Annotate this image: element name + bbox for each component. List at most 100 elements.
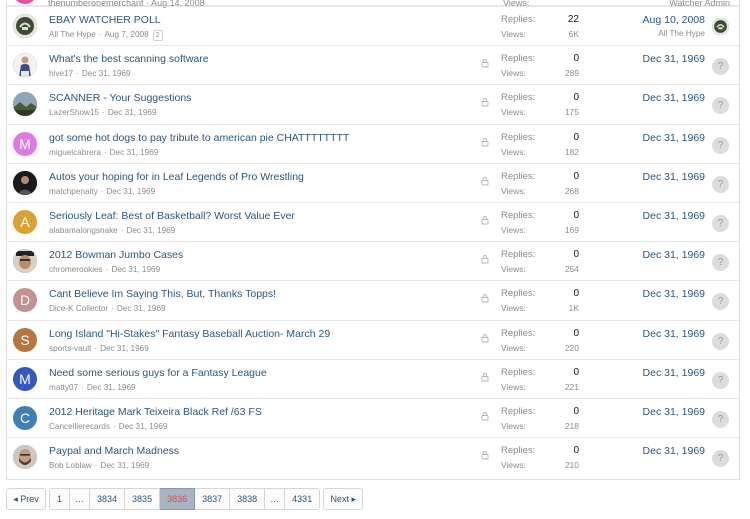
thread-author[interactable]: LazerShow15: [49, 108, 99, 117]
thread-row[interactable]: A Seriously Leaf: Best of Basketball? Wor…: [7, 202, 739, 241]
avatar[interactable]: [13, 14, 37, 38]
last-post-date[interactable]: Dec 31, 1969: [643, 328, 705, 340]
thread-author[interactable]: matty07: [49, 383, 78, 392]
unknown-avatar-icon[interactable]: ?: [712, 293, 729, 311]
unknown-avatar-icon[interactable]: ?: [712, 97, 729, 115]
avatar[interactable]: [13, 53, 37, 78]
unknown-avatar-icon[interactable]: ?: [712, 371, 729, 389]
thread-start-date[interactable]: Dec 31, 1969: [117, 304, 166, 313]
last-post-date[interactable]: Dec 31, 1969: [643, 288, 705, 300]
unknown-avatar-icon[interactable]: ?: [712, 332, 729, 350]
thread-title-link[interactable]: EBAY WATCHER POLL: [49, 14, 161, 26]
last-post-date[interactable]: Dec 31, 1969: [643, 406, 705, 418]
thread-start-date[interactable]: Aug 7, 2008: [104, 30, 148, 39]
avatar[interactable]: C: [13, 406, 37, 430]
last-post-date[interactable]: Aug 10, 2008: [643, 14, 705, 26]
thread-start-date[interactable]: Dec 31, 1969: [106, 187, 155, 196]
thread-title-link[interactable]: Cant Believe Im Saying This, But, Thanks…: [49, 288, 276, 300]
page-jump-badge[interactable]: 2: [152, 30, 163, 41]
thread-start-date[interactable]: Dec 31, 1969: [126, 226, 175, 235]
avatar[interactable]: [13, 0, 37, 4]
thread-row[interactable]: D Cant Believe Im Saying This, But, Thank…: [7, 280, 739, 319]
avatar[interactable]: [13, 170, 37, 195]
avatar[interactable]: A: [13, 210, 37, 234]
thread-author[interactable]: matchpenalty: [49, 187, 98, 196]
thread-row[interactable]: C 2012 Heritage Mark Teixeira Black Ref /…: [7, 398, 739, 437]
thread-author[interactable]: alabamalongsnake: [49, 226, 118, 235]
thread-row[interactable]: EBAY WATCHER POLL All The Hype · Aug 7, 200…: [7, 6, 739, 45]
thread-row[interactable]: 2012 Bowman Jumbo Cases chromerookies · Dec…: [7, 241, 739, 280]
unknown-avatar-icon[interactable]: ?: [712, 411, 729, 428]
thread-author[interactable]: sports-vault: [49, 344, 91, 353]
unknown-avatar-icon[interactable]: ?: [712, 254, 729, 272]
last-post-user[interactable]: All The Hype: [658, 29, 705, 38]
last-post-date[interactable]: Dec 31, 1969: [643, 53, 705, 65]
thread-author[interactable]: Dice-K Collector: [49, 304, 108, 313]
page-link-4331[interactable]: 4331: [285, 488, 321, 510]
last-post-date[interactable]: Dec 31, 1969: [643, 367, 705, 379]
next-page-button[interactable]: Next ▸: [323, 488, 364, 510]
thread-row[interactable]: M Need some serious guys for a Fantasy Le…: [7, 358, 739, 398]
separator-dot: ·: [76, 69, 79, 79]
thread-start-date[interactable]: Dec 31, 1969: [100, 344, 149, 353]
views-label: Views:: [501, 225, 526, 235]
avatar[interactable]: [13, 249, 37, 274]
thread-title-link[interactable]: Need some serious guys for a Fantasy Lea…: [49, 367, 267, 379]
thread-row[interactable]: SCANNER - Your Suggestions LazerShow15 · De…: [7, 84, 739, 123]
thread-title-link[interactable]: 2012 Bowman Jumbo Cases: [49, 249, 183, 261]
last-post-date[interactable]: Dec 31, 1969: [643, 92, 705, 104]
prev-page-button[interactable]: ◂ Prev: [6, 488, 46, 510]
thread-start-date[interactable]: Dec 31, 1969: [82, 69, 131, 78]
thread-author[interactable]: hive17: [49, 69, 73, 78]
thread-title-link[interactable]: Paypal and March Madness: [49, 445, 179, 457]
thread-start-date[interactable]: Dec 31, 1969: [119, 422, 168, 431]
thread-start-date[interactable]: Dec 31, 1969: [110, 148, 159, 157]
avatar[interactable]: M: [13, 366, 37, 391]
page-link-3835[interactable]: 3835: [125, 488, 161, 510]
thread-author[interactable]: miguelcabrera: [49, 148, 101, 157]
thread-start-date[interactable]: Dec 31, 1969: [111, 265, 160, 274]
lock-icon: [480, 370, 490, 382]
views-count: 218: [564, 421, 579, 431]
unknown-avatar-icon[interactable]: ?: [712, 58, 729, 76]
last-post-date[interactable]: Dec 31, 1969: [643, 249, 705, 261]
avatar[interactable]: [13, 445, 37, 470]
thread-author[interactable]: All The Hype: [49, 30, 96, 39]
avatar[interactable]: [13, 92, 37, 117]
thread-row[interactable]: Paypal and March Madness Bob Loblaw · Dec 3…: [7, 437, 739, 476]
thread-row[interactable]: Mgot some hot dogs to pay tribute to ame…: [7, 123, 739, 163]
thread-title-link[interactable]: Autos your hoping for in Leaf Legends of…: [49, 171, 304, 183]
page-link-1[interactable]: 1: [49, 488, 71, 510]
current-page[interactable]: 3836: [160, 488, 196, 510]
thread-title-link[interactable]: Long Island "Hi-Stakes" Fantasy Baseball…: [49, 328, 330, 340]
last-poster-avatar[interactable]: [712, 18, 729, 35]
thread-title-link[interactable]: Seriously Leaf: Best of Basketball? Wors…: [49, 210, 295, 222]
last-post-date[interactable]: Dec 31, 1969: [643, 210, 705, 222]
unknown-avatar-icon[interactable]: ?: [712, 175, 729, 193]
thread-title-link[interactable]: SCANNER - Your Suggestions: [49, 92, 191, 104]
thread-start-date[interactable]: Dec 31, 1969: [108, 108, 157, 117]
avatar[interactable]: S: [13, 327, 37, 352]
thread-title-link[interactable]: What's the best scanning software: [49, 53, 209, 65]
last-post-date[interactable]: Dec 31, 1969: [643, 171, 705, 183]
thread-title-link[interactable]: got some hot dogs to pay tribute to amer…: [49, 132, 349, 144]
unknown-avatar-icon[interactable]: ?: [712, 136, 729, 154]
page-link-3837[interactable]: 3837: [195, 488, 231, 510]
thread-author[interactable]: chromerookies: [49, 265, 103, 274]
page-link-3838[interactable]: 3838: [230, 488, 266, 510]
avatar[interactable]: D: [13, 288, 37, 313]
thread-start-date[interactable]: Dec 31, 1969: [87, 383, 136, 392]
last-post-date[interactable]: Dec 31, 1969: [643, 132, 705, 144]
thread-row[interactable]: What's the best scanning software hive17 ·…: [7, 45, 739, 84]
thread-start-date[interactable]: Dec 31, 1969: [101, 461, 150, 470]
avatar[interactable]: M: [13, 131, 37, 156]
thread-row[interactable]: Autos your hoping for in Leaf Legends of…: [7, 162, 739, 202]
thread-title-link[interactable]: 2012 Heritage Mark Teixeira Black Ref /6…: [49, 406, 262, 418]
unknown-avatar-icon[interactable]: ?: [712, 215, 729, 232]
last-post-date[interactable]: Dec 31, 1969: [643, 445, 705, 457]
thread-author[interactable]: Cancellierecards: [49, 422, 110, 431]
thread-author[interactable]: Bob Loblaw: [49, 461, 92, 470]
unknown-avatar-icon[interactable]: ?: [712, 450, 729, 468]
thread-row[interactable]: S Long Island "Hi-Stakes" Fantasy Basebal…: [7, 319, 739, 359]
page-link-3834[interactable]: 3834: [90, 488, 126, 510]
